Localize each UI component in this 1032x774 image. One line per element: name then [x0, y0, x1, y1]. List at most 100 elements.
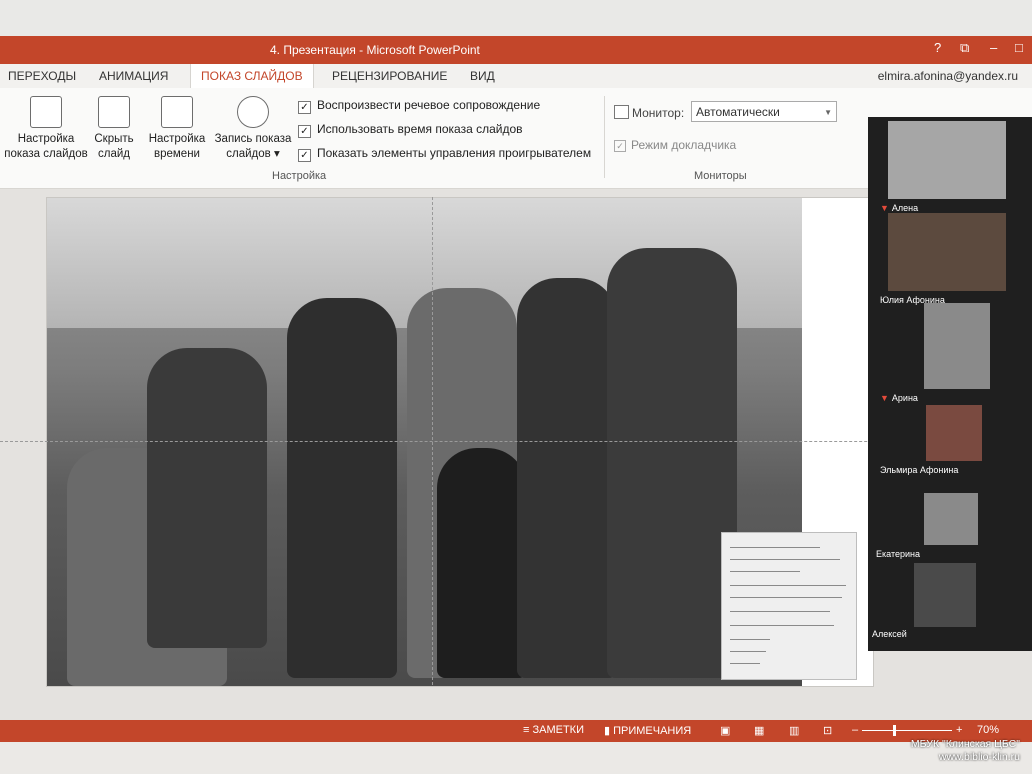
slide-canvas[interactable] [46, 197, 874, 687]
timer-icon [161, 96, 193, 128]
presenter-view-checkbox[interactable]: ✓ Режим докладчика [614, 138, 736, 152]
media-controls-checkbox[interactable]: ✓ Показать элементы управления проигрыват… [298, 146, 591, 162]
hide-slide-label2: слайд [98, 148, 130, 160]
record-icon [237, 96, 269, 128]
media-controls-label: Показать элементы управления проигрывате… [317, 146, 592, 160]
participant-tile[interactable]: Юлия Афонина [880, 213, 1006, 305]
photo-figure [147, 348, 267, 648]
mic-muted-icon: ▼ [880, 393, 889, 403]
narration-checkbox[interactable]: ✓ Воспроизвести речевое сопровождение [298, 98, 540, 114]
vertical-guide [432, 197, 433, 685]
group-monitors-label: Мониторы [694, 170, 747, 182]
checkmark-icon: ✓ [298, 101, 311, 114]
participant-tile[interactable]: ▼ Арина [880, 303, 990, 403]
zoom-slider-thumb[interactable] [893, 725, 896, 736]
note-line [730, 571, 800, 572]
checkmark-icon: ✓ [298, 125, 311, 138]
comment-icon: ▮ [604, 725, 614, 737]
note-line [730, 559, 840, 560]
setup-slideshow-icon [30, 96, 62, 128]
zoom-out-icon[interactable]: – [852, 724, 858, 736]
setup-slideshow-button[interactable]: Настройка показа слайдов [4, 96, 88, 162]
mic-muted-icon: ▼ [880, 203, 889, 213]
watermark-line1: МБУК "Клинская ЦБС" [910, 738, 1020, 750]
zoom-level[interactable]: 70% [977, 724, 999, 736]
narration-label: Воспроизвести речевое сопровождение [317, 98, 541, 112]
tab-slideshow[interactable]: ПОКАЗ СЛАЙДОВ [190, 64, 314, 88]
zoom-slider[interactable] [862, 730, 952, 731]
note-line [730, 651, 766, 652]
participant-tile[interactable]: Алексей [872, 563, 976, 639]
setup-slideshow-label2: показа слайдов [4, 148, 88, 160]
help-button[interactable]: ? [934, 40, 941, 55]
maximize-button[interactable]: □ [1015, 40, 1023, 55]
setup-slideshow-label1: Настройка [17, 133, 75, 145]
normal-view-icon[interactable]: ▣ [720, 724, 730, 737]
tab-animation[interactable]: АНИМАЦИЯ [99, 69, 168, 83]
record-slideshow-label2: слайдов ▾ [226, 148, 280, 160]
photo-figure [607, 248, 737, 678]
rehearse-timings-label1: Настройка [148, 133, 206, 145]
tab-review[interactable]: РЕЦЕНЗИРОВАНИЕ [332, 69, 447, 83]
chevron-down-icon: ▼ [824, 108, 832, 117]
hide-slide-icon [98, 96, 130, 128]
watermark-line2: www.biblio-klin.ru [938, 751, 1020, 763]
participant-tile[interactable]: ▼ Алена [880, 121, 1006, 213]
participant-label: ▼ Арина [880, 393, 918, 403]
note-line [730, 625, 834, 626]
note-line [730, 639, 770, 640]
note-line [730, 611, 830, 612]
monitor-label: Монитор: [632, 106, 685, 120]
participant-tile[interactable]: Екатерина [876, 493, 978, 559]
participant-label: Екатерина [876, 549, 920, 559]
photo-figure [287, 298, 397, 678]
zoom-in-icon[interactable]: + [956, 724, 962, 736]
minimize-button[interactable]: – [990, 40, 997, 55]
notes-button[interactable]: ≡ ЗАМЕТКИ [523, 724, 584, 736]
note-line [730, 547, 820, 548]
record-slideshow-label1: Запись показа [214, 133, 292, 145]
photo-figure [437, 448, 527, 678]
monitor-select[interactable]: Автоматически ▼ [691, 101, 837, 122]
checkmark-icon: ✓ [298, 149, 311, 162]
hide-slide-button[interactable]: Скрыть слайд [90, 96, 138, 162]
note-line [730, 597, 842, 598]
slideshow-view-icon[interactable]: ⊡ [823, 724, 832, 737]
use-timings-label: Использовать время показа слайдов [317, 122, 523, 136]
video-call-participants: ▼ Алена Юлия Афонина ▼ Арина Эльмира Афони… [868, 117, 1032, 651]
rehearse-timings-label2: времени [154, 148, 200, 160]
screen: 4. Презентация - Microsoft PowerPoint ? … [0, 0, 1032, 774]
title-bar: 4. Презентация - Microsoft PowerPoint ? … [0, 36, 1032, 64]
participant-label: Алексей [872, 629, 907, 639]
use-timings-checkbox[interactable]: ✓ Использовать время показа слайдов [298, 122, 523, 138]
reading-view-icon[interactable]: ▥ [789, 724, 799, 737]
checkmark-icon: ✓ [614, 140, 626, 152]
photo-figure [517, 278, 617, 678]
rehearse-timings-button[interactable]: Настройка времени [144, 96, 210, 162]
participant-tile[interactable]: Эльмира Афонина [880, 405, 982, 475]
archive-photo[interactable] [47, 198, 802, 686]
hide-slide-label1: Скрыть [94, 133, 134, 145]
group-setup-label: Настройка [272, 170, 327, 182]
note-line [730, 663, 760, 664]
handwritten-note-image[interactable] [721, 532, 857, 680]
presenter-view-label: Режим докладчика [631, 138, 737, 152]
comments-button[interactable]: ▮ ПРИМЕЧАНИЯ [604, 724, 691, 737]
participant-label: ▼ Алена [880, 203, 919, 213]
slide-sorter-icon[interactable]: ▦ [754, 724, 764, 737]
status-bar: ≡ ЗАМЕТКИ ▮ ПРИМЕЧАНИЯ ▣ ▦ ▥ ⊡ – + 70% [0, 720, 1032, 742]
ribbon-display-button[interactable]: ⧉ [960, 40, 969, 56]
record-slideshow-button[interactable]: Запись показа слайдов ▾ [210, 96, 296, 162]
note-line [730, 585, 846, 586]
user-account[interactable]: elmira.afonina@yandex.ru [878, 69, 1018, 83]
window-title: 4. Презентация - Microsoft PowerPoint [270, 43, 480, 57]
participant-label: Эльмира Афонина [880, 465, 959, 475]
monitor-value: Автоматически [696, 105, 780, 119]
monitor-icon [614, 105, 629, 119]
tab-transitions[interactable]: ПЕРЕХОДЫ [8, 69, 76, 83]
watermark: МБУК "Клинская ЦБС" www.biblio-klin.ru [911, 738, 1020, 764]
ribbon-tabs: ПЕРЕХОДЫ АНИМАЦИЯ ПОКАЗ СЛАЙДОВ РЕЦЕНЗИР… [0, 64, 1032, 88]
group-separator [604, 96, 605, 178]
tab-view[interactable]: ВИД [470, 69, 495, 83]
monitor-bezel [0, 0, 1032, 36]
